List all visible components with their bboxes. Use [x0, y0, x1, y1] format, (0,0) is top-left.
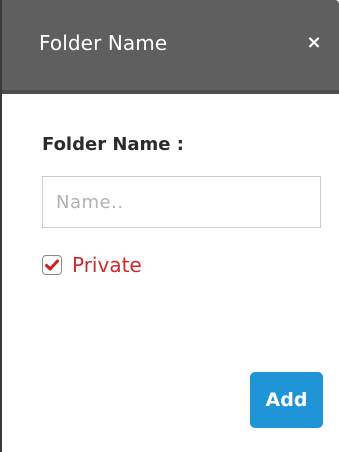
close-icon[interactable]: × [301, 30, 327, 56]
folder-name-dialog: Folder Name × Folder Name : Private Add [0, 0, 339, 452]
dialog-title-bar: Folder Name × [2, 0, 339, 94]
private-label[interactable]: Private [72, 253, 142, 277]
folder-name-input[interactable] [42, 176, 321, 228]
private-option[interactable]: Private [42, 252, 142, 278]
private-checkbox[interactable] [42, 255, 62, 275]
add-button[interactable]: Add [250, 372, 323, 428]
dialog-title: Folder Name [39, 31, 168, 55]
folder-name-label: Folder Name : [42, 134, 184, 155]
checkmark-icon [45, 259, 59, 271]
